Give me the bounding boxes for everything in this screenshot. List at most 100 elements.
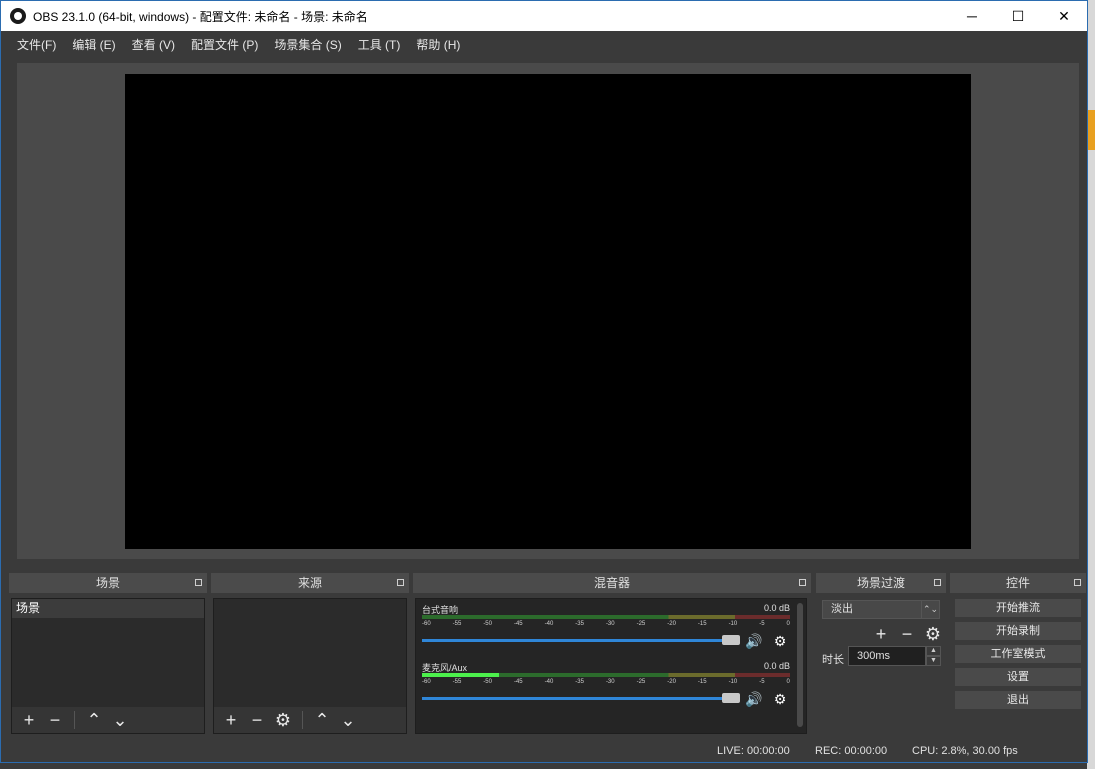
menu-view[interactable]: 查看 (V)	[124, 36, 183, 53]
toolbar-separator	[302, 711, 303, 729]
dock-float-icon[interactable]	[195, 579, 202, 586]
add-icon[interactable]: +	[870, 623, 892, 645]
controls-dock: 控件 开始推流 开始录制 工作室模式 设置 退出	[950, 573, 1086, 734]
transition-toolbar: + − ⚙	[870, 623, 944, 645]
scale-tick: -40	[544, 621, 554, 627]
volume-meter-fill	[422, 673, 500, 677]
gear-icon[interactable]: ⚙	[770, 690, 790, 708]
remove-icon[interactable]: −	[246, 709, 268, 731]
transitions-dock-title-text: 场景过渡	[856, 576, 905, 590]
live-time: LIVE: 00:00:00	[717, 745, 790, 757]
spin-down-icon[interactable]: ▼	[926, 656, 941, 666]
obs-logo-icon	[10, 8, 26, 24]
scale-tick: -5	[759, 621, 765, 627]
mixer-scrollbar[interactable]	[797, 603, 803, 727]
obs-window: OBS 23.1.0 (64-bit, windows) - 配置文件: 未命名…	[0, 0, 1088, 763]
menu-bar: 文件(F) 编辑 (E) 查看 (V) 配置文件 (P) 场景集合 (S) 工具…	[1, 31, 1087, 57]
controls-panel: 开始推流 开始录制 工作室模式 设置 退出	[950, 598, 1086, 734]
move-up-icon[interactable]: ⌃	[311, 709, 333, 731]
start-recording-button[interactable]: 开始录制	[954, 621, 1082, 641]
scale-tick: -5	[759, 679, 765, 685]
exit-button[interactable]: 退出	[954, 690, 1082, 710]
gear-icon[interactable]: ⚙	[922, 623, 944, 645]
meter-scale: -60 -55 -50 -45 -40 -35 -30 -25 -20 -15 …	[422, 621, 790, 631]
channel-db: 0.0 dB	[763, 661, 790, 671]
move-up-icon[interactable]: ⌃	[83, 709, 105, 731]
move-down-icon[interactable]: ⌄	[337, 709, 359, 731]
duration-label: 时长	[822, 654, 844, 666]
scale-tick: -40	[544, 679, 554, 685]
toolbar-separator	[74, 711, 75, 729]
dock-float-icon[interactable]	[397, 579, 404, 586]
maximize-button[interactable]: ☐	[995, 1, 1041, 31]
scale-tick: -50	[483, 621, 492, 627]
channel-db: 0.0 dB	[763, 603, 790, 613]
add-icon[interactable]: +	[18, 709, 40, 731]
preview-area	[17, 63, 1079, 559]
menu-edit[interactable]: 编辑 (E)	[64, 36, 123, 53]
scale-tick: -30	[605, 621, 615, 627]
speaker-icon[interactable]: 🔊	[744, 690, 764, 708]
volume-slider-handle[interactable]	[722, 635, 740, 645]
sources-dock: 来源 + − ⚙ ⌃ ⌄	[211, 573, 409, 734]
speaker-icon[interactable]: 🔊	[744, 632, 764, 650]
close-button[interactable]: ✕	[1041, 1, 1087, 31]
dock-float-icon[interactable]	[1074, 579, 1081, 586]
rec-time: REC: 00:00:00	[815, 745, 888, 757]
volume-meter	[422, 673, 790, 677]
sources-toolbar: + − ⚙ ⌃ ⌄	[214, 707, 406, 733]
preview-canvas[interactable]	[125, 74, 971, 549]
menu-file[interactable]: 文件(F)	[9, 36, 64, 53]
remove-icon[interactable]: −	[44, 709, 66, 731]
menu-help[interactable]: 帮助 (H)	[408, 36, 468, 53]
scenes-dock-title-text: 场景	[95, 576, 120, 590]
scale-tick: -15	[697, 621, 707, 627]
chevron-updown-icon: ⌃⌄	[921, 601, 939, 618]
scene-item[interactable]: 场景	[12, 599, 204, 618]
sources-dock-title-text: 来源	[297, 576, 322, 590]
settings-button[interactable]: 设置	[954, 667, 1082, 687]
minimize-button[interactable]: ─	[949, 1, 995, 31]
window-controls: ─ ☐ ✕	[949, 1, 1087, 31]
scale-tick: -15	[697, 679, 707, 685]
menu-tools[interactable]: 工具 (T)	[350, 36, 409, 53]
add-icon[interactable]: +	[220, 709, 242, 731]
scale-tick: -35	[575, 621, 584, 627]
title-bar: OBS 23.1.0 (64-bit, windows) - 配置文件: 未命名…	[1, 1, 1087, 31]
transitions-dock: 场景过渡 淡出 ⌃⌄ + − ⚙ 时长 300ms ▲ ▼	[816, 573, 946, 734]
volume-slider-handle[interactable]	[722, 693, 740, 703]
scale-tick: -10	[728, 679, 738, 685]
mixer-dock: 混音器 台式音响 0.0 dB -60 -55 -50 -45 -40 -35 …	[413, 573, 811, 734]
scale-tick: -45	[513, 679, 523, 685]
cpu-fps: CPU: 2.8%, 30.00 fps	[912, 745, 1018, 757]
scale-tick: -10	[728, 621, 738, 627]
scale-tick: -50	[483, 679, 492, 685]
transitions-dock-title: 场景过渡	[816, 573, 946, 593]
gear-icon[interactable]: ⚙	[770, 632, 790, 650]
menu-scene-collection[interactable]: 场景集合 (S)	[266, 36, 349, 53]
menu-profile[interactable]: 配置文件 (P)	[183, 36, 266, 53]
controls-dock-title: 控件	[950, 573, 1086, 593]
start-streaming-button[interactable]: 开始推流	[954, 598, 1082, 618]
studio-mode-button[interactable]: 工作室模式	[954, 644, 1082, 664]
gear-icon[interactable]: ⚙	[272, 709, 294, 731]
scale-tick: -25	[636, 621, 646, 627]
desktop-background-accent	[1087, 110, 1095, 150]
dock-float-icon[interactable]	[799, 579, 806, 586]
duration-input[interactable]: 300ms	[848, 646, 926, 666]
move-down-icon[interactable]: ⌄	[109, 709, 131, 731]
transition-select[interactable]: 淡出 ⌃⌄	[822, 600, 940, 619]
scale-tick: -35	[575, 679, 584, 685]
volume-slider[interactable]	[422, 697, 737, 700]
volume-slider[interactable]	[422, 639, 737, 642]
controls-dock-title-text: 控件	[1005, 576, 1030, 590]
scale-tick: -60	[422, 679, 431, 685]
scale-tick: -55	[452, 621, 462, 627]
dock-float-icon[interactable]	[934, 579, 941, 586]
scale-tick: -30	[605, 679, 615, 685]
scenes-list: 场景 + − ⌃ ⌄	[11, 598, 205, 734]
duration-spinner: ▲ ▼	[926, 646, 941, 666]
scale-tick: -20	[667, 679, 676, 685]
remove-icon[interactable]: −	[896, 623, 918, 645]
spin-up-icon[interactable]: ▲	[926, 646, 941, 656]
